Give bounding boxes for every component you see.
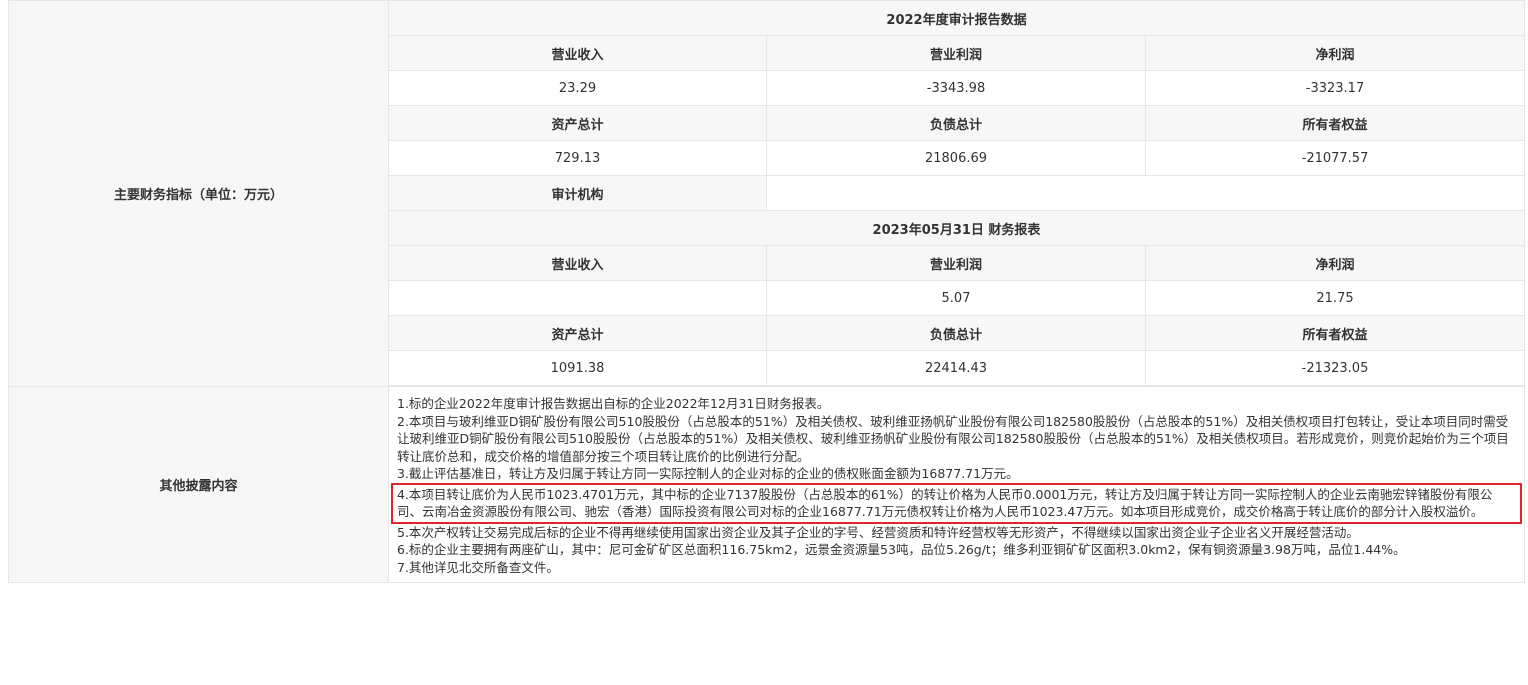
header-total-liabilities-2022: 负债总计 — [766, 105, 1146, 141]
header-revenue-2023: 营业收入 — [388, 245, 767, 281]
value-total-liabilities-2022: 21806.69 — [766, 140, 1146, 176]
value-total-assets-2023: 1091.38 — [388, 350, 767, 386]
note-5: 5.本次产权转让交易完成后标的企业不得再继续使用国家出资企业及其子企业的字号、经… — [397, 524, 1359, 540]
section-2022-title: 2022年度审计报告数据 — [388, 0, 1525, 36]
header-total-assets-2023: 资产总计 — [388, 315, 767, 351]
value-total-liabilities-2023: 22414.43 — [766, 350, 1146, 386]
header-revenue-2022: 营业收入 — [388, 35, 767, 71]
value-operating-profit-2023: 5.07 — [766, 280, 1146, 316]
value-revenue-2022: 23.29 — [388, 70, 767, 106]
header-operating-profit-2022: 营业利润 — [766, 35, 1146, 71]
note-7: 7.其他详见北交所备查文件。 — [397, 559, 559, 575]
section-2023-title: 2023年05月31日 财务报表 — [388, 210, 1525, 246]
note-2: 2.本项目与玻利维亚D铜矿股份有限公司510股股份（占总股本的51%）及相关债权… — [397, 413, 1509, 464]
note-6: 6.标的企业主要拥有两座矿山，其中：尼可金矿矿区总面积116.75km2，远景金… — [397, 542, 1406, 557]
header-operating-profit-2023: 营业利润 — [766, 245, 1146, 281]
header-net-profit-2022: 净利润 — [1145, 35, 1525, 71]
value-total-assets-2022: 729.13 — [388, 140, 767, 176]
financial-table: 主要财务指标（单位：万元） 2022年度审计报告数据 营业收入 营业利润 净利润… — [8, 0, 1525, 583]
other-disclosure-content: 1.标的企业2022年度审计报告数据出自标的企业2022年12月31日财务报表。… — [388, 386, 1525, 583]
value-revenue-2023 — [388, 280, 767, 316]
audit-firm-label: 审计机构 — [388, 175, 767, 211]
value-operating-profit-2022: -3343.98 — [766, 70, 1146, 106]
audit-firm-value — [766, 175, 1525, 211]
header-total-assets-2022: 资产总计 — [388, 105, 767, 141]
header-equity-2023: 所有者权益 — [1145, 315, 1525, 351]
value-equity-2022: -21077.57 — [1145, 140, 1525, 176]
disclosure-table-wrap: 主要财务指标（单位：万元） 2022年度审计报告数据 营业收入 营业利润 净利润… — [8, 0, 1525, 583]
value-equity-2023: -21323.05 — [1145, 350, 1525, 386]
note-1: 1.标的企业2022年度审计报告数据出自标的企业2022年12月31日财务报表。 — [397, 396, 830, 411]
note-3: 3.截止评估基准日，转让方及归属于转让方同一实际控制人的企业对标的企业的债权账面… — [397, 466, 1019, 481]
value-net-profit-2022: -3323.17 — [1145, 70, 1525, 106]
note-4-highlighted: 4.本项目转让底价为人民币1023.4701万元，其中标的企业7137股股份（占… — [391, 482, 1522, 524]
other-disclosure-label: 其他披露内容 — [8, 386, 389, 583]
main-financial-label: 主要财务指标（单位：万元） — [8, 0, 389, 387]
header-total-liabilities-2023: 负债总计 — [766, 315, 1146, 351]
header-net-profit-2023: 净利润 — [1145, 245, 1525, 281]
value-net-profit-2023: 21.75 — [1145, 280, 1525, 316]
header-equity-2022: 所有者权益 — [1145, 105, 1525, 141]
